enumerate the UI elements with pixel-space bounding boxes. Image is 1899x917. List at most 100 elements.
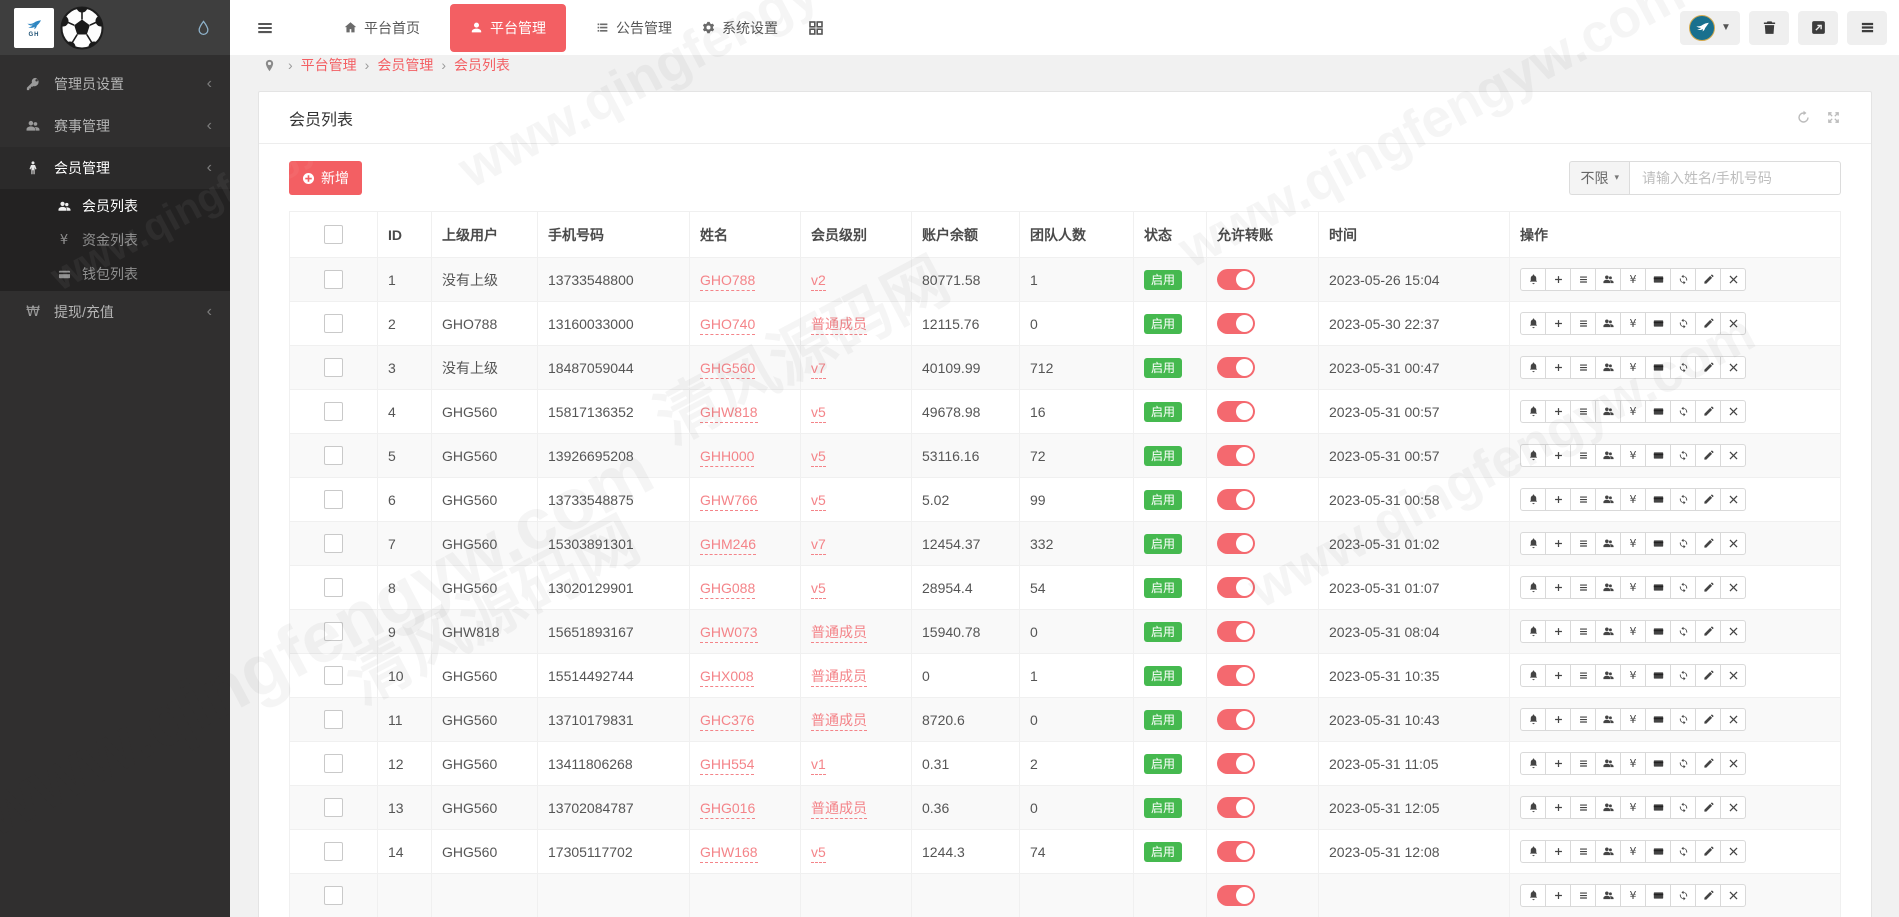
close-action-button[interactable] [1720, 796, 1746, 819]
member-name-link[interactable]: GHM246 [700, 535, 757, 555]
yen-action-button[interactable]: ¥ [1620, 444, 1646, 467]
member-name-link[interactable]: GHX008 [700, 667, 754, 687]
member-level-link[interactable]: 普通成员 [811, 667, 867, 687]
stack-button[interactable] [1847, 10, 1887, 45]
users-action-button[interactable] [1595, 620, 1621, 643]
sidebar-item-wallet-list[interactable]: 钱包列表 [0, 257, 230, 291]
breadcrumb-link[interactable]: 会员管理 [377, 55, 433, 75]
nav-item-notice-manage[interactable]: 公告管理 [596, 0, 672, 55]
transfer-toggle[interactable] [1217, 313, 1255, 334]
pencil-action-button[interactable] [1695, 840, 1721, 863]
recycle-action-button[interactable] [1670, 576, 1696, 599]
sidebar-item-withdraw-recharge[interactable]: ₩ 提现/充值 ‹ [0, 291, 230, 333]
close-action-button[interactable] [1720, 840, 1746, 863]
member-level-link[interactable]: v5 [811, 491, 826, 511]
card-action-button[interactable] [1645, 488, 1671, 511]
plus-action-button[interactable] [1545, 708, 1571, 731]
close-action-button[interactable] [1720, 752, 1746, 775]
member-level-link[interactable]: 普通成员 [811, 623, 867, 643]
card-action-button[interactable] [1645, 620, 1671, 643]
users-action-button[interactable] [1595, 312, 1621, 335]
sidebar-item-member-list[interactable]: 会员列表 [0, 189, 230, 223]
list-action-button[interactable] [1570, 532, 1596, 555]
close-action-button[interactable] [1720, 576, 1746, 599]
yen-action-button[interactable]: ¥ [1620, 796, 1646, 819]
breadcrumb-link[interactable]: 平台管理 [301, 55, 357, 75]
member-name-link[interactable]: GHW766 [700, 491, 758, 511]
yen-action-button[interactable]: ¥ [1620, 400, 1646, 423]
bell-action-button[interactable] [1520, 796, 1546, 819]
close-action-button[interactable] [1720, 312, 1746, 335]
users-action-button[interactable] [1595, 752, 1621, 775]
list-action-button[interactable] [1570, 312, 1596, 335]
list-action-button[interactable] [1570, 268, 1596, 291]
member-level-link[interactable]: v7 [811, 359, 826, 379]
users-action-button[interactable] [1595, 796, 1621, 819]
pencil-action-button[interactable] [1695, 532, 1721, 555]
list-action-button[interactable] [1570, 884, 1596, 907]
close-action-button[interactable] [1720, 444, 1746, 467]
row-checkbox[interactable] [324, 798, 343, 817]
avatar-dropdown-button[interactable]: ▼ [1680, 10, 1740, 45]
member-name-link[interactable]: GHG088 [700, 579, 756, 599]
plus-action-button[interactable] [1545, 664, 1571, 687]
card-action-button[interactable] [1645, 796, 1671, 819]
row-checkbox[interactable] [324, 754, 343, 773]
plus-action-button[interactable] [1545, 444, 1571, 467]
nav-item-platform-home[interactable]: 平台首页 [344, 0, 420, 55]
water-drop-icon[interactable] [195, 17, 212, 39]
grid-menu-icon[interactable] [808, 20, 824, 36]
search-input[interactable] [1629, 161, 1841, 195]
recycle-action-button[interactable] [1670, 400, 1696, 423]
transfer-toggle[interactable] [1217, 401, 1255, 422]
member-name-link[interactable]: GHO740 [700, 315, 756, 335]
trash-button[interactable] [1749, 10, 1789, 45]
fullscreen-icon[interactable] [1826, 110, 1841, 125]
pencil-action-button[interactable] [1695, 884, 1721, 907]
users-action-button[interactable] [1595, 400, 1621, 423]
transfer-toggle[interactable] [1217, 489, 1255, 510]
close-action-button[interactable] [1720, 664, 1746, 687]
list-action-button[interactable] [1570, 708, 1596, 731]
member-level-link[interactable]: v7 [811, 535, 826, 555]
close-action-button[interactable] [1720, 532, 1746, 555]
list-action-button[interactable] [1570, 576, 1596, 599]
yen-action-button[interactable]: ¥ [1620, 268, 1646, 291]
member-name-link[interactable]: GHW073 [700, 623, 758, 643]
pencil-action-button[interactable] [1695, 708, 1721, 731]
sidebar-item-match-management[interactable]: 赛事管理 ‹ [0, 105, 230, 147]
transfer-toggle[interactable] [1217, 797, 1255, 818]
member-level-link[interactable]: v5 [811, 447, 826, 467]
bell-action-button[interactable] [1520, 312, 1546, 335]
row-checkbox[interactable] [324, 710, 343, 729]
bell-action-button[interactable] [1520, 268, 1546, 291]
plus-action-button[interactable] [1545, 356, 1571, 379]
sidebar-item-member-management[interactable]: 会员管理 ‹ [0, 147, 230, 189]
recycle-action-button[interactable] [1670, 884, 1696, 907]
member-name-link[interactable]: GHG016 [700, 799, 756, 819]
list-action-button[interactable] [1570, 400, 1596, 423]
recycle-action-button[interactable] [1670, 752, 1696, 775]
users-action-button[interactable] [1595, 884, 1621, 907]
card-action-button[interactable] [1645, 708, 1671, 731]
card-action-button[interactable] [1645, 312, 1671, 335]
member-level-link[interactable]: 普通成员 [811, 315, 867, 335]
list-action-button[interactable] [1570, 444, 1596, 467]
card-action-button[interactable] [1645, 400, 1671, 423]
card-action-button[interactable] [1645, 752, 1671, 775]
users-action-button[interactable] [1595, 532, 1621, 555]
pencil-action-button[interactable] [1695, 620, 1721, 643]
row-checkbox[interactable] [324, 270, 343, 289]
nav-item-system-settings[interactable]: 系统设置 [702, 0, 778, 55]
plus-action-button[interactable] [1545, 796, 1571, 819]
close-action-button[interactable] [1720, 488, 1746, 511]
card-action-button[interactable] [1645, 444, 1671, 467]
member-level-link[interactable]: v5 [811, 403, 826, 423]
yen-action-button[interactable]: ¥ [1620, 620, 1646, 643]
users-action-button[interactable] [1595, 708, 1621, 731]
member-name-link[interactable]: GHH554 [700, 755, 755, 775]
bell-action-button[interactable] [1520, 444, 1546, 467]
list-action-button[interactable] [1570, 840, 1596, 863]
row-checkbox[interactable] [324, 490, 343, 509]
transfer-toggle[interactable] [1217, 665, 1255, 686]
